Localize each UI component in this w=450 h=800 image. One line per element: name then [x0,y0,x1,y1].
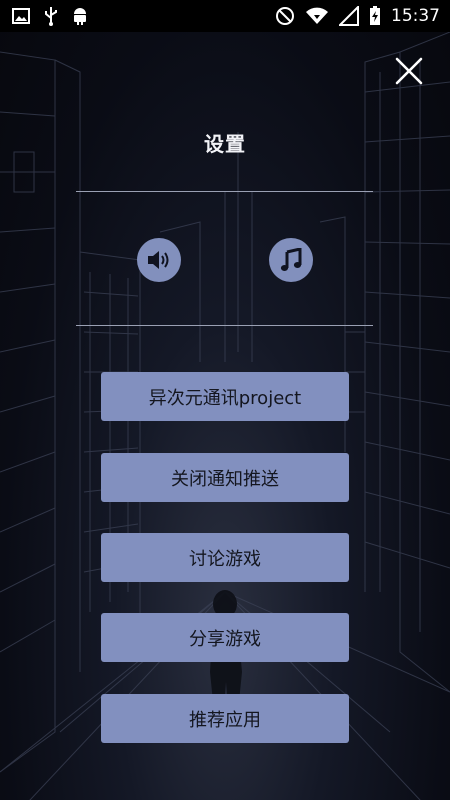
menu-button-project[interactable]: 异次元通讯project [101,372,349,421]
menu-button-recommend-apps[interactable]: 推荐应用 [101,694,349,743]
wifi-icon [305,7,329,25]
music-toggle-button[interactable] [269,238,313,282]
menu-button-label: 推荐应用 [189,709,261,731]
do-not-disturb-icon [275,6,295,26]
music-note-icon [280,248,302,271]
menu-button-share-game[interactable]: 分享游戏 [101,613,349,662]
android-icon [72,6,88,26]
menu-button-label: 讨论游戏 [189,548,261,570]
divider-bottom [76,325,373,326]
battery-charging-icon [369,6,381,26]
status-right-icons: 15:37 [263,6,450,26]
menu-button-disable-notifications[interactable]: 关闭通知推送 [101,453,349,502]
usb-icon [44,6,58,26]
settings-screen: 15:37 设置 异次元通讯project 关闭通知推送 讨论游戏 分享游戏 推… [0,0,450,800]
divider-top [76,191,373,192]
menu-button-label: 异次元通讯project [148,387,302,409]
sound-toggle-button[interactable] [137,238,181,282]
status-left-icons [0,6,100,26]
menu-button-discuss-game[interactable]: 讨论游戏 [101,533,349,582]
close-icon [395,57,423,85]
status-bar: 15:37 [0,0,450,32]
speaker-icon [148,251,169,269]
menu-button-label: 分享游戏 [189,628,261,650]
menu-button-label: 关闭通知推送 [171,468,279,490]
page-title: 设置 [204,132,246,156]
close-button[interactable] [390,52,428,90]
image-icon [12,8,30,24]
status-time: 15:37 [391,6,440,26]
signal-icon [339,6,359,26]
